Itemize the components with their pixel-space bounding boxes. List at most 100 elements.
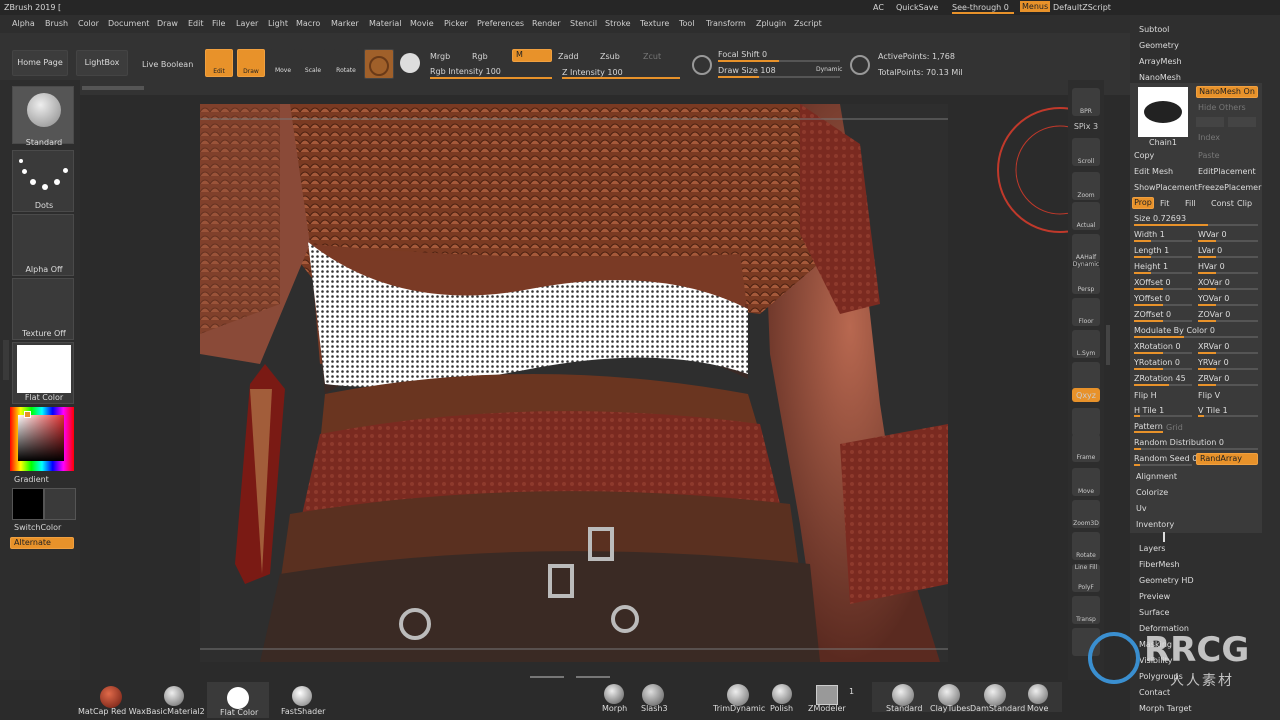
menu-color[interactable]: Color (78, 19, 99, 28)
panel-fibermesh[interactable]: FiberMesh (1139, 560, 1180, 569)
see-through-slider[interactable]: See-through 0 (952, 3, 1014, 14)
yovar-track[interactable] (1198, 304, 1258, 306)
edit-placement-button[interactable]: EditPlacement (1198, 167, 1256, 176)
menu-zplugin[interactable]: Zplugin (756, 19, 786, 28)
focal-shift-icon[interactable] (692, 55, 712, 75)
secondary-color-swatch[interactable] (44, 488, 76, 520)
menu-brush[interactable]: Brush (45, 19, 68, 28)
menu-tool[interactable]: Tool (679, 19, 695, 28)
v-tile-slider[interactable]: V Tile 1 (1198, 406, 1228, 415)
edit-mesh-button[interactable]: Edit Mesh (1134, 167, 1173, 176)
main-color-swatch[interactable] (12, 488, 44, 520)
freeze-placement-button[interactable]: FreezePlacemer (1198, 183, 1261, 192)
z-intensity-slider[interactable]: Z Intensity 100 (562, 68, 623, 77)
mrgb-button[interactable]: Mrgb (430, 52, 450, 61)
menu-texture[interactable]: Texture (640, 19, 669, 28)
h-tile-slider[interactable]: H Tile 1 (1134, 406, 1164, 415)
prop-mode-button[interactable]: Prop (1132, 197, 1154, 209)
basic-material-icon[interactable] (164, 686, 184, 706)
m-button[interactable]: M (512, 49, 552, 62)
inventory-section[interactable]: Inventory (1136, 520, 1174, 529)
rgb-intensity-slider[interactable]: Rgb Intensity 100 (430, 67, 501, 76)
hvar-track[interactable] (1198, 272, 1258, 274)
scale-button[interactable]: Scale (300, 49, 326, 77)
xovar-track[interactable] (1198, 288, 1258, 290)
zrotation-slider[interactable]: ZRotation 45 (1134, 374, 1186, 383)
rgb-button[interactable]: Rgb (472, 52, 488, 61)
panel-nanomesh[interactable]: NanoMesh (1139, 73, 1181, 82)
panel-contact[interactable]: Contact (1139, 688, 1170, 697)
draw-size-track[interactable] (718, 76, 840, 78)
xrotation-slider[interactable]: XRotation 0 (1134, 342, 1181, 351)
focal-shift-track[interactable] (718, 60, 840, 62)
brush-thumbnail[interactable]: Standard (12, 86, 74, 147)
size-slider[interactable]: Size 0.72693 (1134, 214, 1186, 223)
texture-thumbnail[interactable]: Texture Off (12, 278, 74, 340)
menu-stencil[interactable]: Stencil (570, 19, 597, 28)
color-picker-square[interactable] (18, 415, 64, 461)
polish-brush-icon[interactable] (772, 684, 792, 704)
height-track[interactable] (1134, 272, 1192, 274)
menu-transform[interactable]: Transform (706, 19, 746, 28)
menu-edit[interactable]: Edit (188, 19, 204, 28)
tool-scroll-indicator[interactable] (82, 86, 144, 90)
edit-button[interactable]: Edit (205, 49, 233, 77)
panel-geometry[interactable]: Geometry (1139, 41, 1179, 50)
pattern-button[interactable]: Pattern (1134, 422, 1163, 433)
canvas-viewport[interactable] (200, 104, 948, 662)
index-next-button[interactable] (1228, 117, 1256, 127)
quicksave-button[interactable]: QuickSave (896, 3, 938, 12)
zoffset-slider[interactable]: ZOffset 0 (1134, 310, 1171, 319)
xrotation-track[interactable] (1134, 352, 1192, 354)
hide-others-button[interactable]: Hide Others (1198, 103, 1246, 112)
length-slider[interactable]: Length 1 (1134, 246, 1169, 255)
panel-subtool[interactable]: Subtool (1139, 25, 1169, 34)
focal-shift-slider[interactable]: Focal Shift 0 (718, 50, 767, 59)
menu-document[interactable]: Document (108, 19, 149, 28)
trimdynamic-brush-icon[interactable] (727, 684, 749, 706)
stroke-thumbnail[interactable]: Dots (12, 150, 74, 212)
menu-movie[interactable]: Movie (410, 19, 434, 28)
menu-zscript[interactable]: Zscript (794, 19, 822, 28)
matcap-red-wax-icon[interactable] (100, 686, 122, 708)
yrvar-slider[interactable]: YRVar 0 (1198, 358, 1229, 367)
ac-button[interactable]: AC (873, 3, 884, 12)
menu-macro[interactable]: Macro (296, 19, 320, 28)
zmodeler-cube-icon[interactable] (816, 685, 838, 705)
material-thumbnail[interactable]: Flat Color (12, 342, 74, 404)
zcut-button[interactable]: Zcut (643, 52, 661, 61)
zrvar-slider[interactable]: ZRVar 0 (1198, 374, 1229, 383)
zrvar-track[interactable] (1198, 384, 1258, 386)
const-mode-button[interactable]: Const (1211, 199, 1234, 208)
material-swatch[interactable] (364, 49, 394, 79)
fastshader-icon[interactable] (292, 686, 312, 706)
panel-layers[interactable]: Layers (1139, 544, 1165, 553)
menu-preferences[interactable]: Preferences (477, 19, 524, 28)
h-tile-track[interactable] (1134, 415, 1192, 417)
nanomesh-thumbnail[interactable] (1138, 87, 1188, 137)
width-slider[interactable]: Width 1 (1134, 230, 1165, 239)
panel-geometry-hd[interactable]: Geometry HD (1139, 576, 1194, 585)
size-track[interactable] (1134, 224, 1258, 226)
menu-layer[interactable]: Layer (236, 19, 258, 28)
lvar-track[interactable] (1198, 256, 1258, 258)
spotlight-icon[interactable] (400, 53, 420, 73)
lvar-slider[interactable]: LVar 0 (1198, 246, 1222, 255)
alternate-button[interactable]: Alternate (10, 537, 74, 549)
zovar-track[interactable] (1198, 320, 1258, 322)
xovar-slider[interactable]: XOVar 0 (1198, 278, 1230, 287)
wvar-track[interactable] (1198, 240, 1258, 242)
modulate-by-color-slider[interactable]: Modulate By Color 0 (1134, 326, 1215, 335)
fit-mode-button[interactable]: Fit (1160, 199, 1169, 208)
zsub-button[interactable]: Zsub (600, 52, 620, 61)
zoffset-track[interactable] (1134, 320, 1192, 322)
yrvar-track[interactable] (1198, 368, 1258, 370)
shelf-9-button[interactable] (1072, 362, 1100, 390)
z-intensity-track[interactable] (562, 77, 680, 79)
color-picker-handle[interactable] (24, 411, 31, 418)
clip-mode-button[interactable]: Clip (1237, 199, 1252, 208)
xrvar-track[interactable] (1198, 352, 1258, 354)
script-name[interactable]: DefaultZScript (1053, 3, 1111, 12)
zovar-slider[interactable]: ZOVar 0 (1198, 310, 1230, 319)
claytubes-brush-icon[interactable] (938, 684, 960, 706)
